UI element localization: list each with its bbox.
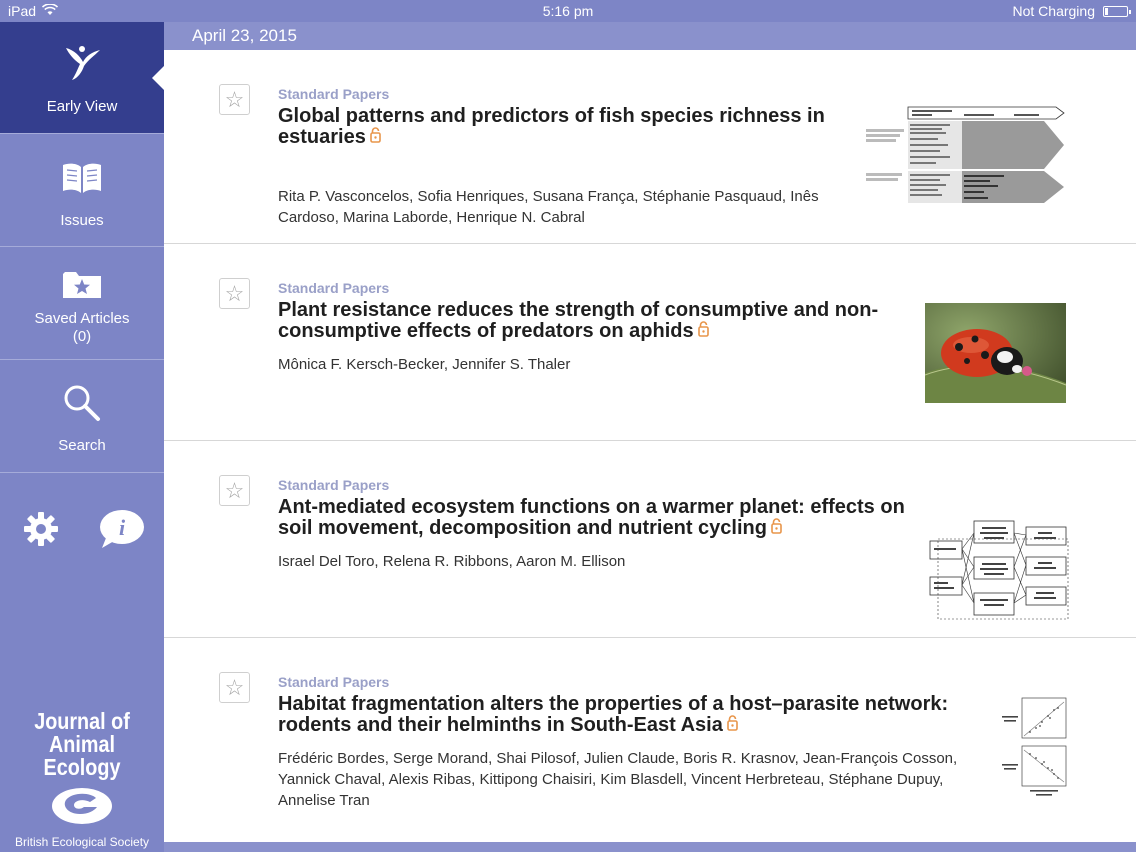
article-section: Standard Papers [278, 477, 390, 493]
sidebar-item-issues[interactable]: Issues [0, 135, 164, 247]
open-access-lock-icon [727, 715, 738, 736]
article-title[interactable]: Plant resistance reduces the strength of… [278, 300, 888, 342]
star-button[interactable]: ☆ [219, 278, 250, 309]
star-button[interactable]: ☆ [219, 84, 250, 115]
open-access-lock-icon [771, 518, 782, 539]
article-thumbnail[interactable] [864, 105, 1068, 210]
active-indicator [152, 66, 164, 90]
next-date-header [164, 842, 1136, 852]
article-thumbnail[interactable] [1000, 696, 1070, 809]
gear-icon[interactable] [22, 510, 60, 553]
article-item[interactable]: ☆ Standard Papers Global patterns and pr… [164, 50, 1136, 244]
article-thumbnail[interactable] [924, 303, 1067, 408]
book-icon [61, 161, 103, 200]
sidebar-item-label: Issues [60, 212, 104, 229]
sidebar-item-early-view[interactable]: Early View [0, 22, 164, 134]
saved-count: (0) [72, 328, 92, 345]
early-view-icon [60, 40, 104, 89]
star-button[interactable]: ☆ [219, 672, 250, 703]
search-icon [62, 383, 102, 428]
article-thumbnail[interactable] [928, 519, 1070, 628]
article-item[interactable]: ☆ Standard Papers Habitat fragmentation … [164, 638, 1136, 842]
society-logo: British Ecological Society [0, 786, 164, 849]
charging-status: Not Charging [1012, 3, 1096, 19]
article-section: Standard Papers [278, 86, 390, 102]
article-authors: Rita P. Vasconcelos, Sofia Henriques, Su… [278, 188, 819, 226]
status-time: 5:16 pm [542, 3, 594, 19]
article-authors: Frédéric Bordes, Serge Morand, Shai Pilo… [278, 750, 958, 809]
article-item[interactable]: ☆ Standard Papers Plant resistance reduc… [164, 244, 1136, 441]
star-button[interactable]: ☆ [219, 475, 250, 506]
sidebar-item-search[interactable]: Search [0, 361, 164, 473]
date-header: April 23, 2015 [164, 22, 1136, 50]
sidebar-item-saved-articles[interactable]: Saved Articles (0) [0, 248, 164, 360]
info-icon[interactable]: i [98, 508, 146, 555]
journal-logo: Journal of Animal Ecology [34, 708, 130, 780]
article-authors: Mônica F. Kersch-Becker, Jennifer S. Tha… [278, 356, 571, 373]
battery-icon [1103, 5, 1131, 17]
sidebar: Early View Issues Saved Articles (0) Sea… [0, 22, 164, 852]
folder-star-icon [61, 266, 103, 307]
article-authors: Israel Del Toro, Relena R. Ribbons, Aaro… [278, 553, 626, 570]
sidebar-item-label: Search [58, 437, 106, 454]
status-bar: iPad 5:16 pm Not Charging [0, 0, 1136, 22]
article-title[interactable]: Ant-mediated ecosystem functions on a wa… [278, 497, 918, 539]
article-title[interactable]: Habitat fragmentation alters the propert… [278, 694, 978, 736]
article-item[interactable]: ☆ Standard Papers Ant-mediated ecosystem… [164, 441, 1136, 638]
sidebar-item-label: Early View [46, 98, 118, 115]
society-emblem [52, 788, 112, 824]
svg-text:i: i [119, 515, 126, 540]
article-list: April 23, 2015 ☆ Standard Papers Global … [164, 22, 1136, 852]
article-title[interactable]: Global patterns and predictors of fish s… [278, 106, 868, 148]
sidebar-item-label: Saved Articles [34, 310, 130, 327]
society-name: British Ecological Society [14, 835, 150, 849]
article-section: Standard Papers [278, 280, 390, 296]
sidebar-tools: i [0, 502, 164, 562]
article-section: Standard Papers [278, 674, 390, 690]
open-access-lock-icon [697, 321, 709, 342]
open-access-lock-icon [370, 127, 381, 148]
